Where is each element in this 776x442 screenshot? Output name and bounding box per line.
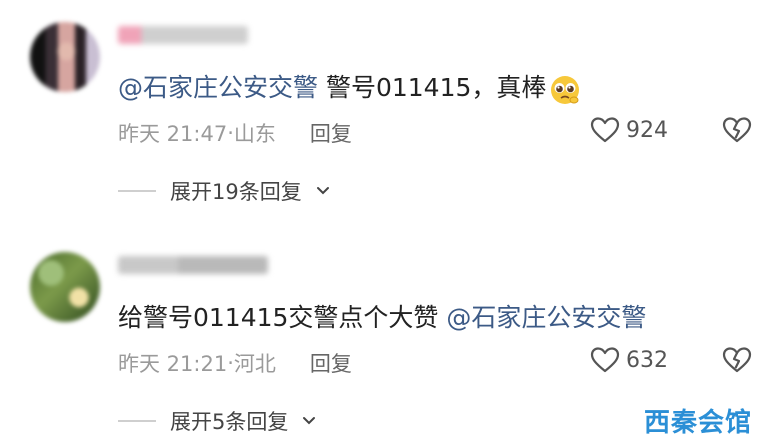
expand-divider-line bbox=[118, 420, 156, 422]
comment-time: 昨天 21:47 bbox=[118, 122, 228, 146]
chevron-down-icon bbox=[303, 417, 316, 425]
mention-link[interactable]: @石家庄公安交警 bbox=[446, 303, 646, 332]
comment-location: 河北 bbox=[233, 352, 276, 376]
reply-button[interactable]: 回复 bbox=[310, 118, 352, 148]
comment-text: @石家庄公安交警 警号011415，真棒 bbox=[118, 70, 582, 106]
username-blur-block bbox=[118, 26, 248, 44]
comment-meta: 昨天 21:21 · 河北 回复 bbox=[118, 348, 352, 378]
expand-replies-button[interactable]: 展开19条回复 bbox=[118, 176, 330, 206]
expand-replies-label: 展开19条回复 bbox=[170, 180, 302, 204]
dislike-button[interactable] bbox=[722, 346, 752, 378]
broken-heart-icon bbox=[722, 347, 752, 373]
username-blur-block bbox=[118, 256, 268, 274]
meta-separator: · bbox=[227, 351, 234, 375]
username-blurred[interactable] bbox=[118, 256, 268, 274]
avatar[interactable] bbox=[30, 22, 100, 92]
like-count: 632 bbox=[626, 347, 668, 373]
expand-replies-label: 展开5条回复 bbox=[170, 410, 289, 434]
dislike-button[interactable] bbox=[722, 116, 752, 148]
chevron-down-icon bbox=[316, 187, 329, 195]
broken-heart-icon bbox=[722, 117, 752, 143]
comment-location: 山东 bbox=[233, 122, 276, 146]
reply-button[interactable]: 回复 bbox=[310, 348, 352, 378]
meta-separator: · bbox=[227, 121, 234, 145]
comment-body: 给警号011415交警点个大赞 bbox=[118, 303, 447, 332]
comment-time: 昨天 21:21 bbox=[118, 352, 228, 376]
comment-body: 警号011415，真棒 bbox=[318, 73, 547, 102]
like-count: 924 bbox=[626, 117, 668, 143]
heart-icon bbox=[590, 117, 620, 143]
heart-icon bbox=[590, 347, 620, 373]
comment-list: @石家庄公安交警 警号011415，真棒 昨天 21:47 · 山东 回复 92… bbox=[0, 0, 776, 442]
pleading-face-emoji-icon bbox=[551, 76, 580, 104]
expand-replies-button[interactable]: 展开5条回复 bbox=[118, 406, 316, 436]
comment-meta: 昨天 21:47 · 山东 回复 bbox=[118, 118, 352, 148]
watermark-logo: 西秦会馆 bbox=[644, 408, 753, 438]
expand-divider-line bbox=[118, 190, 156, 192]
mention-link[interactable]: @石家庄公安交警 bbox=[118, 73, 318, 102]
like-button[interactable]: 632 bbox=[590, 346, 668, 374]
username-blurred[interactable] bbox=[118, 26, 248, 44]
comment-text: 给警号011415交警点个大赞 @石家庄公安交警 bbox=[118, 300, 646, 336]
like-button[interactable]: 924 bbox=[590, 116, 668, 144]
avatar[interactable] bbox=[30, 252, 100, 322]
